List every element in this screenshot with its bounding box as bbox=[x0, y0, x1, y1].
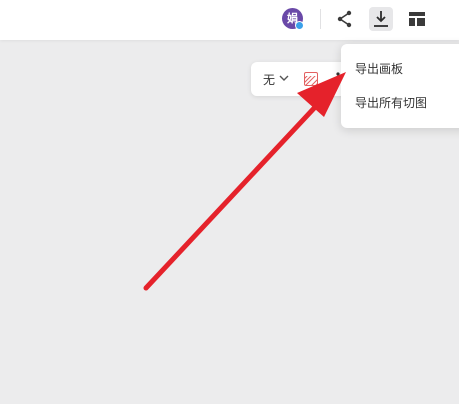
annotation-arrow-icon bbox=[143, 72, 346, 291]
